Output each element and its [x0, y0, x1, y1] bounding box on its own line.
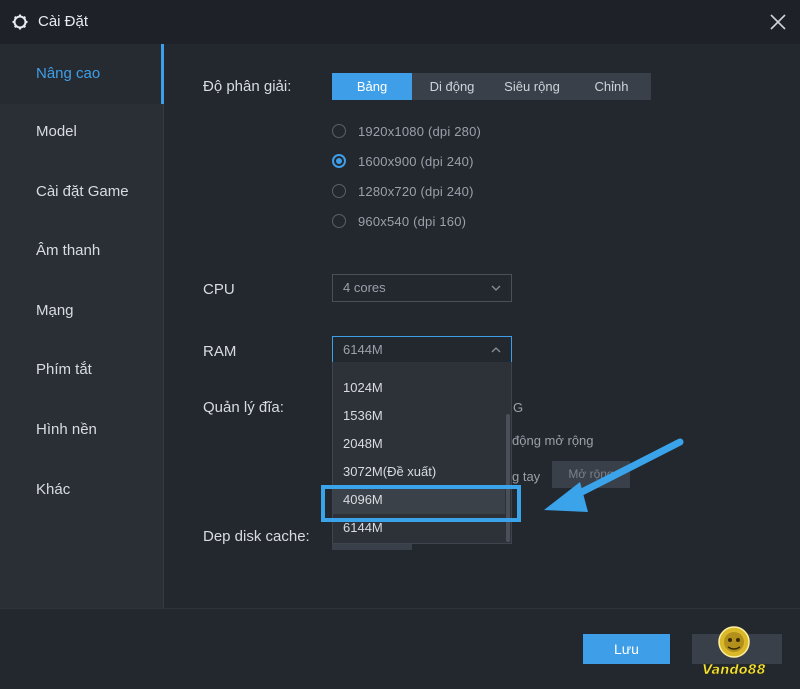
sidebar-item-shortcuts[interactable]: Phím tắt [0, 340, 163, 400]
cache-label: Dep disk cache: [203, 528, 310, 545]
tab-ultrawide[interactable]: Siêu rộng [492, 73, 572, 100]
sidebar-item-other[interactable]: Khác [0, 460, 163, 520]
sidebar-item-game-settings[interactable]: Cài đặt Game [0, 162, 163, 222]
resolution-option-1920[interactable]: 1920x1080 (dpi 280) [332, 121, 481, 141]
ram-select[interactable]: 6144M [332, 336, 512, 364]
chevron-up-icon [491, 347, 501, 353]
ram-option-2048[interactable]: 2048M [333, 430, 505, 458]
radio-button[interactable] [332, 124, 346, 138]
settings-gear-icon [12, 14, 28, 30]
sidebar: Nâng cao Model Cài đặt Game Âm thanh Mạn… [0, 44, 164, 608]
resolution-option-label: 960x540 (dpi 160) [358, 213, 467, 229]
resolution-option-label: 1280x720 (dpi 240) [358, 183, 474, 199]
annotation-arrow-icon [544, 438, 684, 512]
disk-size-text: G [513, 400, 524, 415]
tab-tablet[interactable]: Bảng [332, 73, 412, 100]
ram-option-1024[interactable]: 1024M [333, 374, 505, 402]
tab-mobile[interactable]: Di động [412, 73, 492, 100]
disk-label: Quản lý đĩa: [203, 399, 284, 416]
tab-custom[interactable]: Chỉnh [572, 73, 651, 100]
title-bar: Cài Đặt [0, 0, 800, 45]
chevron-down-icon [491, 285, 501, 291]
ram-select-value: 6144M [343, 342, 383, 357]
window-title: Cài Đặt [38, 13, 89, 30]
resolution-option-1600[interactable]: 1600x900 (dpi 240) [332, 151, 474, 171]
resolution-label: Độ phân giải: [203, 78, 292, 95]
ram-label: RAM [203, 343, 237, 360]
close-icon[interactable] [768, 12, 788, 32]
radio-button[interactable] [332, 184, 346, 198]
ram-option-1536[interactable]: 1536M [333, 402, 505, 430]
footer-bar [0, 608, 800, 689]
resolution-option-1280[interactable]: 1280x720 (dpi 240) [332, 181, 474, 201]
resolution-option-label: 1600x900 (dpi 240) [358, 153, 474, 169]
sidebar-item-sound[interactable]: Âm thanh [0, 221, 163, 281]
sidebar-item-model[interactable]: Model [0, 102, 163, 162]
resolution-tabs: Bảng Di động Siêu rộng Chỉnh [332, 73, 651, 100]
sidebar-item-wallpaper[interactable]: Hình nền [0, 400, 163, 460]
cpu-select-value: 4 cores [343, 280, 386, 295]
cpu-select[interactable]: 4 cores [332, 274, 512, 302]
logo-brand-text: Vando88 [702, 663, 765, 678]
vando88-logo-icon: Vando88 [702, 626, 766, 678]
save-button[interactable]: Lưu [583, 634, 670, 664]
resolution-option-960[interactable]: 960x540 (dpi 160) [332, 211, 466, 231]
sidebar-item-network[interactable]: Mạng [0, 281, 163, 341]
resolution-option-label: 1920x1080 (dpi 280) [358, 123, 482, 139]
dropdown-scrollbar[interactable] [506, 414, 510, 542]
ram-option-3072[interactable]: 3072M(Đề xuất) [333, 458, 505, 486]
sidebar-item-advanced[interactable]: Nâng cao [0, 44, 164, 104]
cpu-label: CPU [203, 281, 235, 298]
radio-button[interactable] [332, 214, 346, 228]
annotation-highlight-box [321, 485, 521, 522]
radio-button-selected[interactable] [332, 154, 346, 168]
